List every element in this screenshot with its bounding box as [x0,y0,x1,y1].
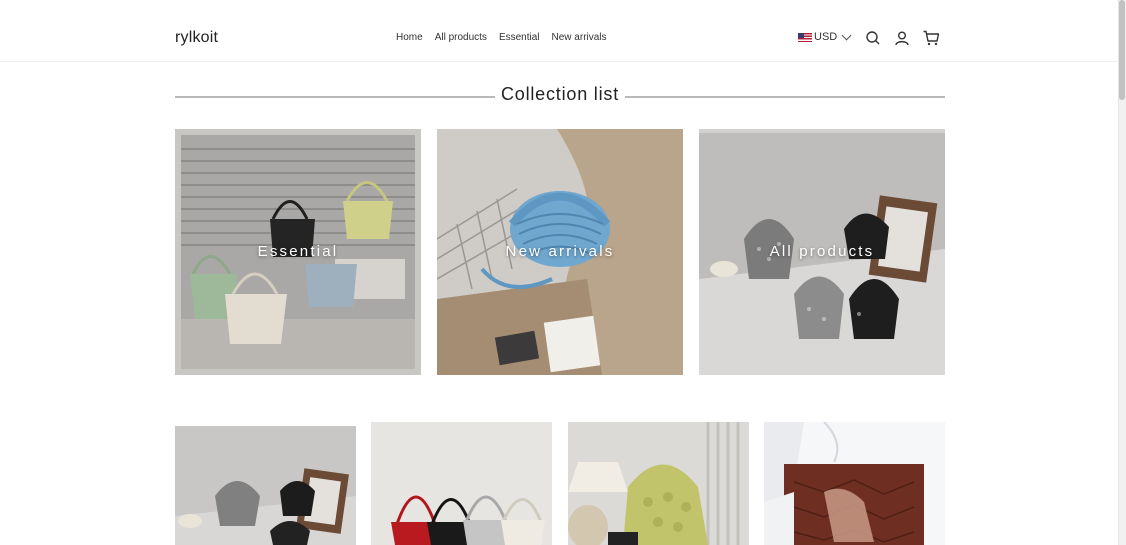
collection-card-essential[interactable]: Essential [175,129,421,375]
user-icon[interactable] [893,29,911,47]
product-image [764,422,945,545]
product-image [568,422,749,545]
nav-all-products[interactable]: All products [435,32,487,43]
site-header: rylkoit Home All products Essential New … [0,0,1118,62]
scrollbar-thumb[interactable] [1119,0,1125,100]
chevron-down-icon [841,30,852,40]
product-card[interactable] [764,422,945,545]
collection-label: All products [769,243,875,260]
nav-essential[interactable]: Essential [499,32,540,43]
product-image [371,422,552,545]
collection-label: Essential [257,243,339,260]
product-card[interactable] [371,422,552,545]
collection-card-new-arrivals[interactable]: New arrivals [437,129,683,375]
us-flag-icon [798,32,812,42]
product-card[interactable] [175,426,356,545]
page-scrollbar[interactable] [1118,0,1126,545]
currency-label: USD [814,31,838,43]
section-title: Collection list [500,84,620,104]
cart-icon[interactable] [922,29,940,47]
divider [175,96,495,98]
currency-selector[interactable]: USD [798,30,852,43]
collection-label: New arrivals [505,243,615,260]
main-nav: Home All products Essential New arrivals [396,32,619,43]
nav-home[interactable]: Home [396,32,423,43]
product-card[interactable] [568,422,749,545]
nav-new-arrivals[interactable]: New arrivals [552,32,607,43]
divider [625,96,945,98]
site-logo[interactable]: rylkoit [175,29,218,47]
product-image [175,426,356,545]
search-icon[interactable] [864,29,882,47]
collection-list-heading: Collection list [175,84,945,108]
collection-card-all-products[interactable]: All products [699,129,945,375]
